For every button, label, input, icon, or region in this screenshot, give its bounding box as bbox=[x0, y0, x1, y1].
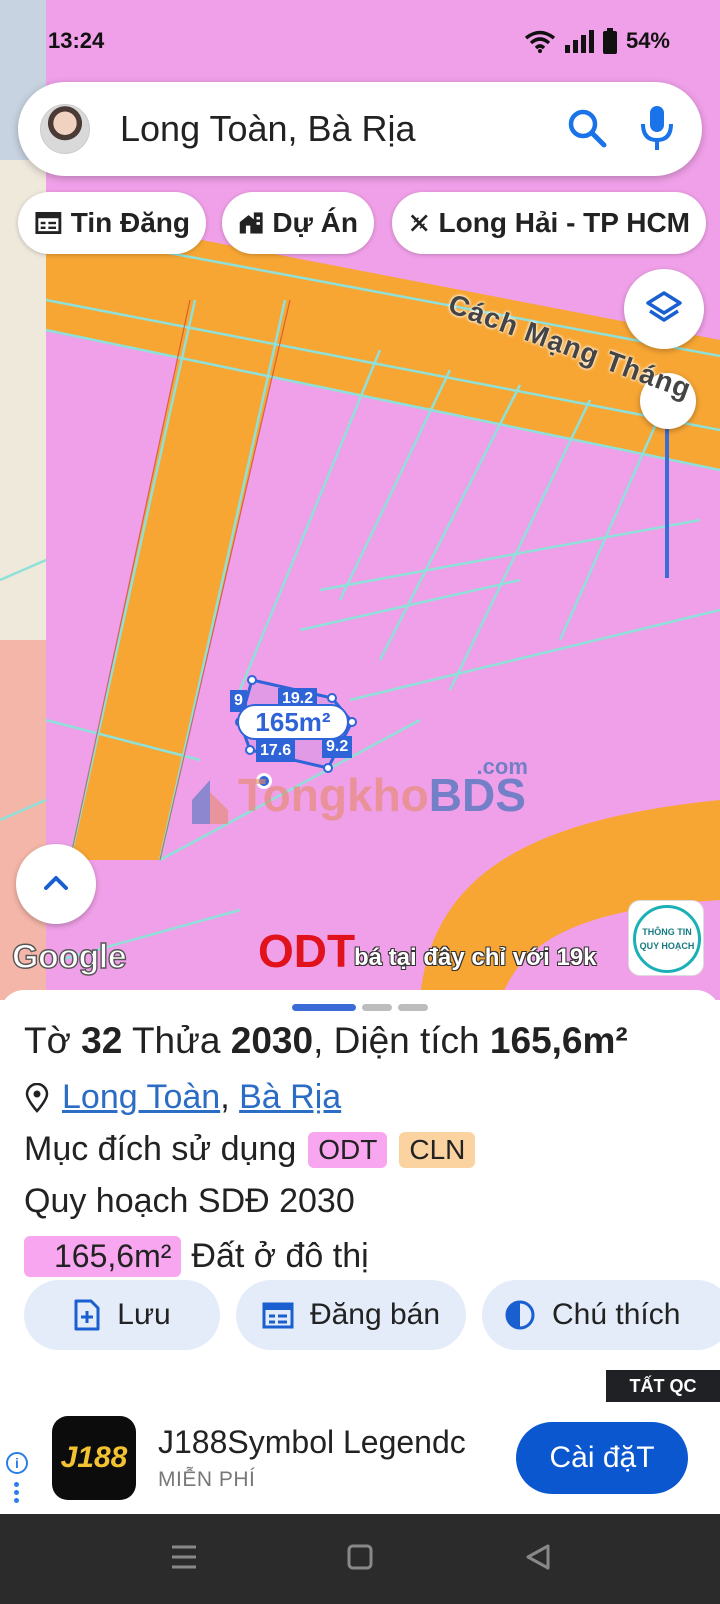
badge-circle bbox=[633, 905, 701, 973]
parcel-area-label[interactable]: 165m² bbox=[237, 704, 349, 740]
parcel-location: Long Toàn, Bà Rịa bbox=[24, 1078, 341, 1117]
purpose-label: Mục đích sử dụng bbox=[24, 1130, 297, 1168]
save-label: Lưu bbox=[117, 1298, 171, 1331]
area-label: , Diện tích bbox=[313, 1020, 480, 1061]
ad-title[interactable]: J188Symbol Legendc bbox=[158, 1424, 466, 1461]
avatar[interactable] bbox=[40, 104, 90, 154]
watermark: TongkhoBDS .com bbox=[190, 754, 528, 822]
watermark-part1: Tongkho bbox=[238, 769, 429, 821]
parcel-title: Tờ 32 Thửa 2030, Diện tích 165,6m² bbox=[24, 1020, 628, 1062]
status-bar: 13:24 54% bbox=[0, 20, 720, 64]
ad-info-icon[interactable]: i bbox=[6, 1452, 28, 1474]
chip-label: Tin Đăng bbox=[70, 207, 190, 238]
chip-tin-dang[interactable]: Tin Đăng bbox=[18, 192, 206, 254]
expand-up-button[interactable] bbox=[16, 844, 96, 924]
layers-icon bbox=[646, 291, 682, 322]
microphone-icon[interactable] bbox=[633, 102, 681, 154]
post-sale-button[interactable]: Đăng bán bbox=[236, 1280, 466, 1350]
badge-line2: QUY HOẠCH bbox=[639, 941, 695, 951]
system-nav-bar bbox=[0, 1514, 720, 1604]
home-icon[interactable] bbox=[346, 1544, 374, 1570]
search-input[interactable]: Long Toàn, Bà Rịa bbox=[120, 108, 416, 150]
sheet-page-indicator[interactable] bbox=[398, 1004, 428, 1011]
status-indicators: 54% bbox=[524, 28, 670, 54]
ad-banner[interactable]: i J188 J188Symbol Legendc MIỄN PHÍ Cài đ… bbox=[0, 1402, 720, 1514]
map-view[interactable]: 13:24 54% Long Toàn, Bà Rịa Tin Đăng Dự … bbox=[0, 0, 720, 1000]
search-icon[interactable] bbox=[563, 104, 611, 152]
chip-du-an[interactable]: Dự Án bbox=[222, 192, 374, 254]
sheet-label: Tờ bbox=[24, 1020, 71, 1061]
contrast-icon bbox=[505, 1300, 535, 1330]
sheet-page-indicator-active[interactable] bbox=[292, 1004, 356, 1011]
listing-icon bbox=[35, 211, 62, 235]
building-icon bbox=[239, 212, 263, 234]
wifi-icon bbox=[524, 30, 556, 53]
promo-overlay-text: bá tại đây chỉ với 19k bbox=[354, 944, 597, 971]
ward-link[interactable]: Long Toàn bbox=[62, 1078, 220, 1117]
badge-line1: THÔNG TIN bbox=[642, 927, 692, 937]
sheet-number: 32 bbox=[81, 1020, 123, 1061]
land-area-badge: 165,6m² bbox=[24, 1236, 182, 1277]
sheet-page-indicator[interactable] bbox=[362, 1004, 392, 1011]
location-separator: , bbox=[220, 1078, 230, 1116]
legend-button[interactable]: Chú thích bbox=[482, 1280, 720, 1350]
ad-app-icon[interactable]: J188 bbox=[52, 1416, 136, 1500]
ad-menu-icon[interactable] bbox=[14, 1482, 20, 1506]
parcel-number: 2030 bbox=[230, 1020, 314, 1061]
chip-label: Dự Án bbox=[272, 207, 358, 238]
post-sale-label: Đăng bán bbox=[309, 1298, 441, 1331]
back-icon[interactable] bbox=[524, 1544, 552, 1570]
legend-label: Chú thích bbox=[552, 1298, 681, 1331]
land-breakdown: 165,6m² Đất ở đô thị bbox=[24, 1236, 369, 1277]
close-ads-button[interactable]: TẤT QC bbox=[606, 1370, 720, 1402]
status-time: 13:24 bbox=[48, 28, 105, 53]
planning-label: Quy hoạch SDĐ 2030 bbox=[24, 1182, 355, 1220]
google-logo: Google bbox=[11, 937, 127, 976]
recent-apps-icon[interactable] bbox=[170, 1544, 198, 1570]
purpose-tag-odt: ODT bbox=[308, 1131, 388, 1168]
land-use-purpose: Mục đích sử dụng ODT CLN bbox=[24, 1130, 476, 1169]
planning-info-badge[interactable]: THÔNG TIN QUY HOẠCH bbox=[628, 900, 704, 976]
parcel-dimension: 17.6 bbox=[256, 740, 296, 762]
ad-subtitle: MIỄN PHÍ bbox=[158, 1468, 256, 1491]
add-file-icon bbox=[74, 1299, 100, 1331]
area-value: 165,6m² bbox=[489, 1020, 628, 1061]
battery-icon bbox=[602, 28, 617, 54]
land-type: Đất ở đô thị bbox=[191, 1237, 369, 1275]
location-pin-icon bbox=[25, 1082, 49, 1113]
signal-icon bbox=[564, 30, 594, 53]
battery-percent: 54% bbox=[625, 28, 670, 53]
search-bar[interactable]: Long Toàn, Bà Rịa bbox=[18, 82, 702, 176]
purpose-tag-cln: CLN bbox=[399, 1131, 476, 1168]
chevron-up-icon bbox=[44, 876, 68, 890]
parcel-label: Thửa bbox=[131, 1020, 221, 1061]
watermark-suffix: .com bbox=[476, 754, 528, 779]
route-icon bbox=[410, 214, 428, 232]
city-link[interactable]: Bà Rịa bbox=[239, 1078, 341, 1117]
chip-route[interactable]: Long Hải - TP HCM bbox=[392, 192, 706, 254]
ad-install-button[interactable]: Cài đặT bbox=[516, 1422, 688, 1494]
chip-label: Long Hải - TP HCM bbox=[438, 207, 690, 238]
save-button[interactable]: Lưu bbox=[24, 1280, 220, 1350]
layers-button[interactable] bbox=[624, 269, 704, 349]
listing-icon bbox=[262, 1302, 294, 1329]
zone-label: ODT bbox=[258, 925, 356, 977]
